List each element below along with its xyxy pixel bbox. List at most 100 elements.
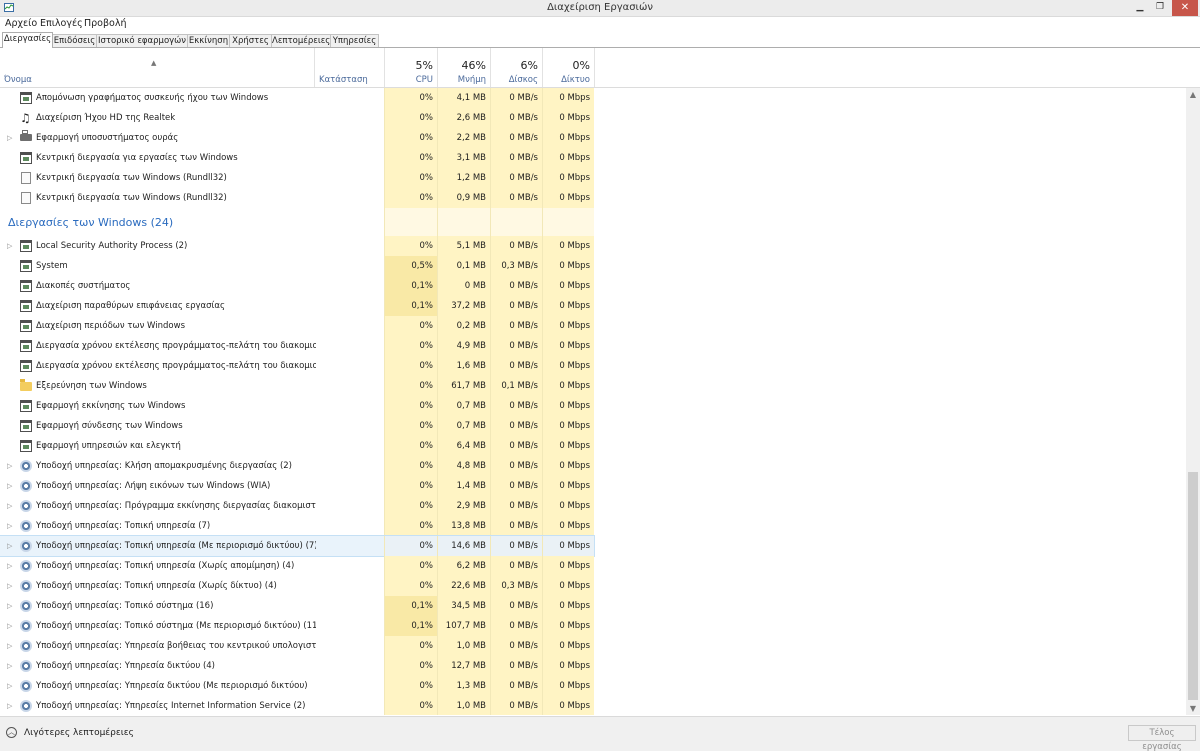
table-row[interactable]: Διακοπές συστήματος 0,1% 0 MB 0 MB/s 0 Mbps (0, 276, 594, 296)
process-network: 0 Mbps (542, 536, 594, 556)
process-name: Κεντρική διεργασία των Windows (Rundll32… (36, 193, 227, 203)
group-header-windows-processes[interactable]: Διεργασίες των Windows (24) (0, 208, 594, 236)
gear-icon (20, 540, 32, 552)
scroll-down-icon[interactable]: ▼ (1186, 704, 1200, 713)
expand-arrow-icon[interactable]: ▷ (7, 536, 12, 556)
table-row[interactable]: Διεργασία χρόνου εκτέλεσης προγράμματος-… (0, 336, 594, 356)
menu-view[interactable]: Προβολή (84, 18, 127, 29)
expand-arrow-icon[interactable]: ▷ (7, 236, 12, 256)
table-row[interactable]: Απομόνωση γραφήματος συσκευής ήχου των W… (0, 88, 594, 108)
table-row[interactable]: Εφαρμογή εκκίνησης των Windows 0% 0,7 MB 0 … (0, 396, 594, 416)
process-cpu: 0% (384, 636, 437, 656)
table-row[interactable]: ▷ Υποδοχή υπηρεσίας: Τοπική υπηρεσία (Χωρ… (0, 576, 594, 596)
window-icon (20, 300, 32, 312)
table-row[interactable]: ▷ Υποδοχή υπηρεσίας: Πρόγραμμα εκκίνησης … (0, 496, 594, 516)
table-row[interactable]: System 0,5% 0,1 MB 0,3 MB/s 0 Mbps (0, 256, 594, 276)
menu-options[interactable]: Επιλογές (40, 18, 83, 29)
expand-arrow-icon[interactable]: ▷ (7, 516, 12, 536)
table-row[interactable]: ▷ Υποδοχή υπηρεσίας: Υπηρεσία δικτύου (4)… (0, 656, 594, 676)
window-icon (20, 280, 32, 292)
disk-total: 6% (520, 59, 538, 72)
expand-arrow-icon[interactable]: ▷ (7, 676, 12, 696)
menu-file[interactable]: Αρχείο (5, 18, 37, 29)
process-network: 0 Mbps (542, 416, 594, 436)
table-row[interactable]: Διαχείριση περιόδων των Windows 0% 0,2 MB 0… (0, 316, 594, 336)
footer: ︿ Λιγότερες λεπτομέρειες Τέλος εργασίας (0, 716, 1200, 752)
table-row[interactable]: ▷ Εφαρμογή υποσυστήματος ουράς 0% 2,2 MB 0 M… (0, 128, 594, 148)
maximize-button[interactable]: ❐ (1150, 0, 1170, 16)
table-row[interactable]: ▷ Υποδοχή υπηρεσίας: Τοπικό σύστημα (16) 0… (0, 596, 594, 616)
expand-arrow-icon[interactable]: ▷ (7, 636, 12, 656)
expand-arrow-icon[interactable]: ▷ (7, 616, 12, 636)
table-row[interactable]: ▷ Local Security Authority Process (2) 0% 5… (0, 236, 594, 256)
column-network[interactable]: 0% Δίκτυο (543, 48, 594, 88)
scroll-up-icon[interactable]: ▲ (1186, 90, 1200, 99)
tab-details[interactable]: Λεπτομέρειες (271, 34, 331, 47)
expand-arrow-icon[interactable]: ▷ (7, 576, 12, 596)
tab-performance[interactable]: Επιδόσεις (52, 34, 97, 47)
process-disk: 0 MB/s (490, 596, 542, 616)
end-task-button[interactable]: Τέλος εργασίας (1128, 725, 1196, 752)
close-button[interactable]: ✕ (1172, 0, 1198, 16)
process-memory: 4,1 MB (437, 88, 490, 108)
minimize-button[interactable]: ▁ (1130, 0, 1150, 16)
table-row[interactable]: ▷ Υποδοχή υπηρεσίας: Τοπική υπηρεσία (7) 0… (0, 516, 594, 536)
expand-arrow-icon[interactable]: ▷ (7, 456, 12, 476)
window-icon (20, 260, 32, 272)
table-row[interactable]: Εφαρμογή υπηρεσιών και ελεγκτή 0% 6,4 MB 0 … (0, 436, 594, 456)
expand-arrow-icon[interactable]: ▷ (7, 128, 12, 148)
column-status[interactable]: Κατάσταση (315, 48, 384, 88)
expand-arrow-icon[interactable]: ▷ (7, 496, 12, 516)
process-memory: 61,7 MB (437, 376, 490, 396)
table-row[interactable]: Κεντρική διεργασία των Windows (Rundll32… (0, 188, 594, 208)
vertical-scrollbar[interactable]: ▲ ▼ (1186, 88, 1200, 715)
expand-arrow-icon[interactable]: ▷ (7, 656, 12, 676)
process-name: Υποδοχή υπηρεσίας: Υπηρεσία δικτύου (Με … (36, 681, 308, 691)
table-row[interactable]: ♫ Διαχείριση Ήχου HD της Realtek 0% 2,6 MB 0… (0, 108, 594, 128)
expand-arrow-icon[interactable]: ▷ (7, 476, 12, 496)
process-status (316, 536, 384, 556)
table-row[interactable]: ▷ Υποδοχή υπηρεσίας: Τοπική υπηρεσία (Χωρ… (0, 556, 594, 576)
process-name: Εφαρμογή σύνδεσης των Windows (36, 421, 183, 431)
table-row[interactable]: Διαχείριση παραθύρων επιφάνειας εργασίας… (0, 296, 594, 316)
table-row[interactable]: Εφαρμογή σύνδεσης των Windows 0% 0,7 MB 0 M… (0, 416, 594, 436)
table-row[interactable]: Εξερεύνηση των Windows 0% 61,7 MB 0,1 MB/s 0… (0, 376, 594, 396)
chevron-up-icon[interactable]: ︿ (6, 727, 17, 738)
tab-services[interactable]: Υπηρεσίες (330, 34, 379, 47)
tab-app-history[interactable]: Ιστορικό εφαρμογών (96, 34, 188, 47)
process-memory: 0,2 MB (437, 316, 490, 336)
expand-arrow-icon[interactable]: ▷ (7, 696, 12, 715)
column-cpu[interactable]: 5% CPU (385, 48, 437, 88)
table-row[interactable]: ▷ Υποδοχή υπηρεσίας: Υπηρεσίες Internet I… (0, 696, 594, 715)
table-row[interactable]: ▷ Υποδοχή υπηρεσίας: Τοπικό σύστημα (Με π… (0, 616, 594, 636)
expand-arrow-icon[interactable]: ▷ (7, 596, 12, 616)
tab-processes[interactable]: Διεργασίες (2, 32, 53, 48)
process-memory: 37,2 MB (437, 296, 490, 316)
table-row[interactable]: Κεντρική διεργασία για εργασίες των Wind… (0, 148, 594, 168)
table-row[interactable]: ▷ Υποδοχή υπηρεσίας: Υπηρεσία βοήθειας το… (0, 636, 594, 656)
process-disk: 0 MB/s (490, 496, 542, 516)
column-name[interactable]: Όνομα (0, 48, 314, 88)
tab-users[interactable]: Χρήστες (229, 34, 272, 47)
table-row[interactable]: ▷ Υποδοχή υπηρεσίας: Τοπική υπηρεσία (Με … (0, 535, 595, 557)
process-name: Εξερεύνηση των Windows (36, 381, 147, 391)
expand-arrow-icon[interactable]: ▷ (7, 556, 12, 576)
table-row[interactable]: Κεντρική διεργασία των Windows (Rundll32… (0, 168, 594, 188)
tab-startup[interactable]: Εκκίνηση (187, 34, 230, 47)
printer-icon (20, 130, 32, 141)
less-details-link[interactable]: Λιγότερες λεπτομέρειες (24, 728, 134, 738)
table-row[interactable]: ▷ Υποδοχή υπηρεσίας: Λήψη εικόνων των Win… (0, 476, 594, 496)
process-memory: 0 MB (437, 276, 490, 296)
scroll-thumb[interactable] (1188, 472, 1198, 700)
process-disk: 0 MB/s (490, 356, 542, 376)
column-memory[interactable]: 46% Μνήμη (438, 48, 490, 88)
process-disk: 0 MB/s (490, 148, 542, 168)
table-row[interactable]: ▷ Υποδοχή υπηρεσίας: Κλήση απομακρυσμένης… (0, 456, 594, 476)
table-row[interactable]: Διεργασία χρόνου εκτέλεσης προγράμματος-… (0, 356, 594, 376)
process-memory: 14,6 MB (437, 536, 490, 556)
process-cpu: 0,1% (384, 296, 437, 316)
table-row[interactable]: ▷ Υποδοχή υπηρεσίας: Υπηρεσία δικτύου (Με… (0, 676, 594, 696)
process-cpu: 0% (384, 536, 437, 556)
column-disk[interactable]: 6% Δίσκος (491, 48, 542, 88)
gear-icon (20, 660, 32, 672)
